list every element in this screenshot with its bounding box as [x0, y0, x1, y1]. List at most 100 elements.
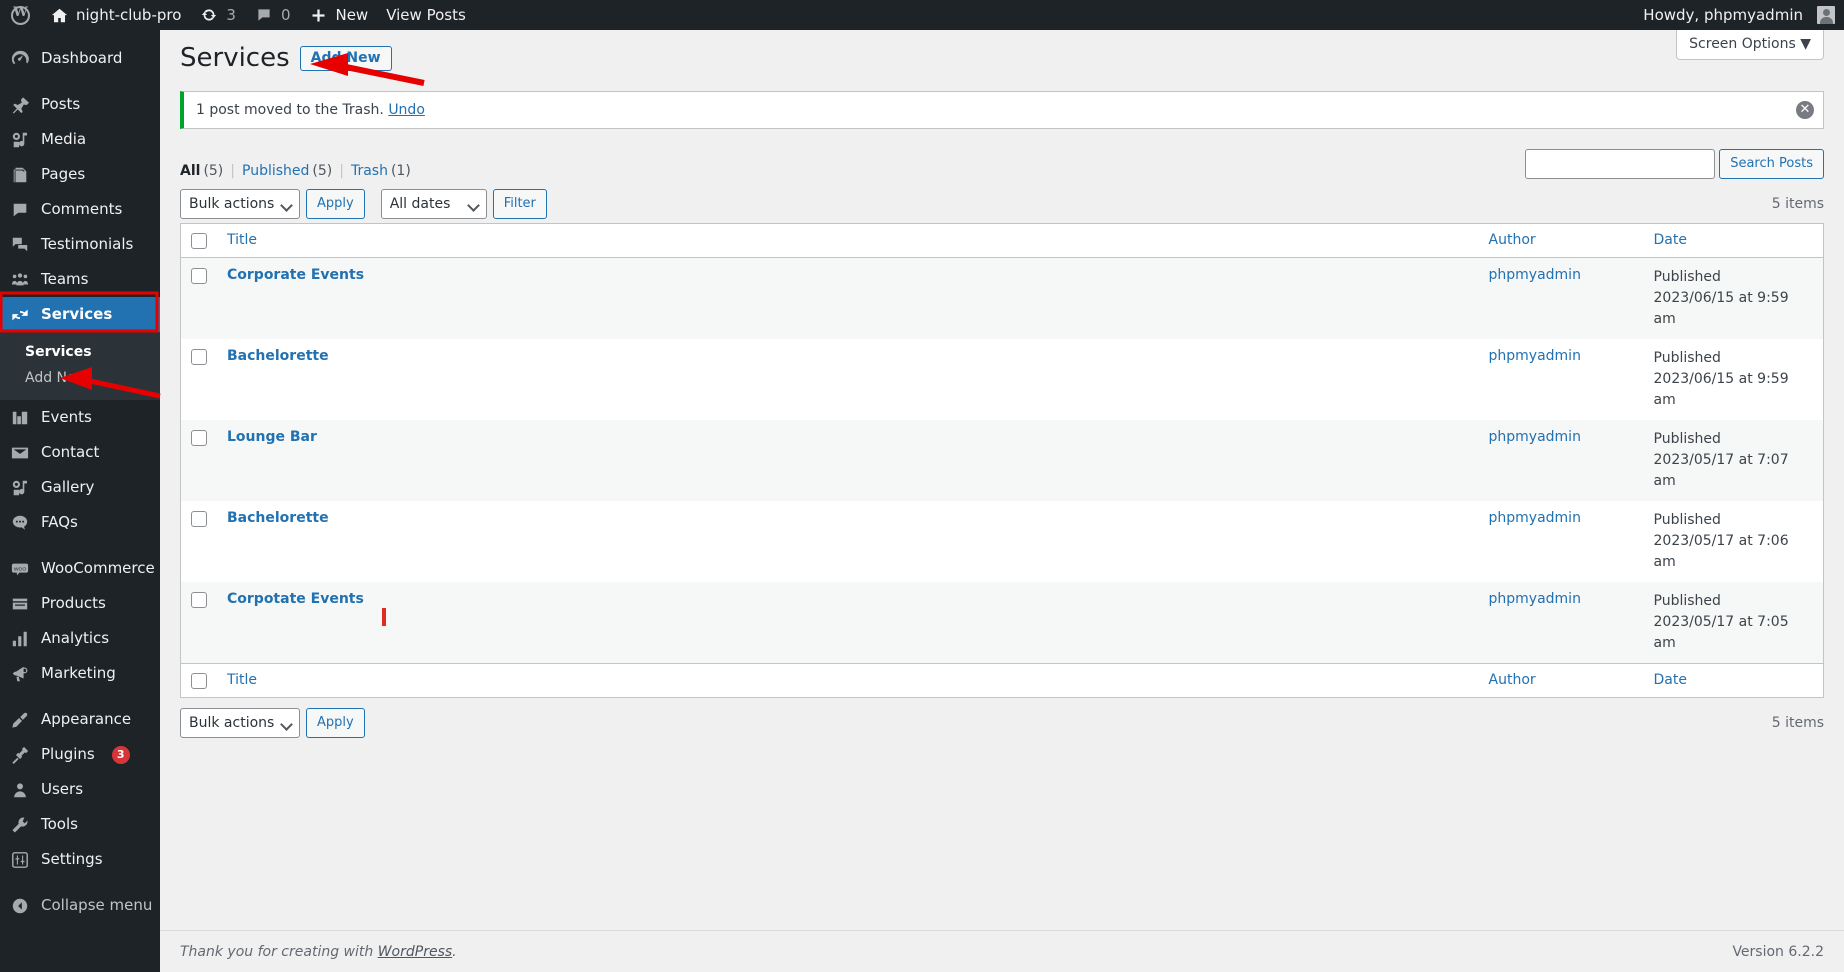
- sidebar-item-comments[interactable]: Comments: [0, 192, 160, 227]
- column-footer-title[interactable]: Title: [217, 662, 1479, 698]
- sidebar-item-label: Gallery: [41, 478, 95, 496]
- sidebar-item-label: Teams: [41, 270, 89, 288]
- row-status: Published: [1653, 511, 1721, 528]
- services-icon: [10, 305, 30, 325]
- row-author-link[interactable]: phpmyadmin: [1489, 591, 1581, 607]
- view-trash-link[interactable]: Trash: [351, 163, 388, 179]
- page-wrap: Services Add New 1 post moved to the Tra…: [160, 30, 1844, 740]
- sidebar-item-dashboard[interactable]: Dashboard: [0, 41, 160, 76]
- new-content-button[interactable]: New: [299, 0, 377, 30]
- sidebar-item-collapse-menu[interactable]: Collapse menu: [0, 888, 160, 923]
- close-circle-icon[interactable]: ✕: [1796, 100, 1814, 119]
- sidebar-item-services[interactable]: Services: [0, 297, 160, 332]
- comments-button[interactable]: 0: [245, 0, 300, 30]
- woocommerce-icon: WOO: [10, 559, 30, 579]
- search-input[interactable]: [1525, 148, 1716, 179]
- sidebar-item-teams[interactable]: Teams: [0, 262, 160, 297]
- plus-icon: [308, 5, 328, 25]
- sidebar-item-tools[interactable]: Tools: [0, 807, 160, 842]
- home-icon: [49, 5, 69, 25]
- updates-button[interactable]: 3: [190, 0, 245, 30]
- sidebar-item-events[interactable]: Events: [0, 400, 160, 435]
- sidebar-item-gallery[interactable]: Gallery: [0, 470, 160, 505]
- submenu-item-add-new[interactable]: Add New: [0, 365, 160, 391]
- sidebar-item-faqs[interactable]: FAQs: [0, 505, 160, 540]
- undo-link[interactable]: Undo: [388, 102, 425, 118]
- row-title-link[interactable]: Lounge Bar: [227, 429, 317, 445]
- view-all-count: (5): [203, 162, 224, 179]
- sidebar-item-products[interactable]: Products: [0, 586, 160, 621]
- sidebar-item-testimonials[interactable]: Testimonials: [0, 227, 160, 262]
- column-header-title[interactable]: Title: [217, 223, 1479, 258]
- view-posts-button[interactable]: View Posts: [377, 0, 475, 30]
- wrench-icon: [10, 815, 30, 835]
- select-all-checkbox-bottom[interactable]: [191, 672, 207, 689]
- column-footer-date[interactable]: Date: [1643, 662, 1824, 698]
- row-checkbox[interactable]: [191, 591, 207, 608]
- updates-icon: [199, 5, 219, 25]
- filter-button[interactable]: Filter: [492, 188, 547, 219]
- column-header-date[interactable]: Date: [1643, 223, 1824, 258]
- row-author-cell: phpmyadmin: [1479, 257, 1644, 339]
- wordpress-logo-button[interactable]: [0, 0, 40, 30]
- row-checkbox[interactable]: [191, 510, 207, 527]
- view-published: Published (5) |: [242, 163, 351, 179]
- row-author-link[interactable]: phpmyadmin: [1489, 267, 1581, 283]
- sidebar-item-marketing[interactable]: Marketing: [0, 656, 160, 691]
- column-author-label: Author: [1488, 232, 1536, 249]
- row-title-link[interactable]: Corporate Events: [227, 267, 364, 283]
- view-trash-count: (1): [390, 162, 411, 179]
- wordpress-link[interactable]: WordPress: [378, 944, 452, 960]
- row-title-cell: Lounge Bar: [217, 420, 1479, 501]
- table-row: Bachelorette phpmyadmin Published 2023/0…: [180, 500, 1824, 582]
- search-posts-button[interactable]: Search Posts: [1719, 148, 1824, 179]
- view-published-count: (5): [312, 162, 333, 179]
- account-menu[interactable]: Howdy, phpmyadmin: [1634, 0, 1844, 30]
- view-all-link[interactable]: All: [180, 163, 200, 179]
- bulk-actions-select-top[interactable]: Bulk actions: [180, 188, 300, 219]
- row-checkbox[interactable]: [191, 429, 207, 446]
- sidebar-item-contact[interactable]: Contact: [0, 435, 160, 470]
- collapse-arrow-icon: [10, 896, 30, 916]
- row-author-link[interactable]: phpmyadmin: [1489, 510, 1581, 526]
- row-checkbox[interactable]: [191, 348, 207, 365]
- paintbrush-icon: [10, 710, 30, 730]
- sidebar-item-pages[interactable]: Pages: [0, 157, 160, 192]
- notice-message: 1 post moved to the Trash.: [196, 101, 384, 118]
- sidebar-item-appearance[interactable]: Appearance: [0, 702, 160, 737]
- tablenav-bottom: Bulk actions Apply 5 items: [180, 706, 1824, 740]
- date-filter-select[interactable]: All dates: [380, 188, 487, 219]
- user-icon: [10, 780, 30, 800]
- row-title-link[interactable]: Corpotate Events: [227, 591, 364, 607]
- sidebar-item-woocommerce[interactable]: WOO WooCommerce: [0, 551, 160, 586]
- row-author-link[interactable]: phpmyadmin: [1489, 348, 1581, 364]
- row-title-link[interactable]: Bachelorette: [227, 348, 329, 364]
- row-checkbox[interactable]: [191, 267, 207, 284]
- sidebar-item-users[interactable]: Users: [0, 772, 160, 807]
- column-header-author[interactable]: Author: [1478, 223, 1644, 258]
- view-published-link[interactable]: Published: [242, 163, 309, 179]
- column-footer-author[interactable]: Author: [1478, 662, 1644, 698]
- sidebar-item-settings[interactable]: Settings: [0, 842, 160, 877]
- apply-button-bottom[interactable]: Apply: [306, 707, 365, 738]
- sidebar-item-label: Posts: [41, 95, 81, 113]
- row-datetime: 2023/05/17 at 7:05 am: [1653, 613, 1789, 651]
- submenu-item-services[interactable]: Services: [0, 339, 160, 365]
- site-name-menu[interactable]: night-club-pro: [40, 0, 190, 30]
- sidebar-item-label: Services: [41, 305, 113, 323]
- sidebar-item-posts[interactable]: Posts: [0, 87, 160, 122]
- sidebar-item-media[interactable]: Media: [0, 122, 160, 157]
- row-title-link[interactable]: Bachelorette: [227, 510, 329, 526]
- media-icon: [10, 130, 30, 150]
- apply-button-top[interactable]: Apply: [306, 188, 365, 219]
- sidebar-item-plugins[interactable]: Plugins 3: [0, 737, 160, 772]
- add-new-button[interactable]: Add New: [299, 46, 392, 72]
- sidebar-item-analytics[interactable]: Analytics: [0, 621, 160, 656]
- row-author-link[interactable]: phpmyadmin: [1489, 429, 1581, 445]
- row-checkbox-cell: [181, 339, 218, 420]
- admin-footer: Thank you for creating with WordPress. V…: [160, 930, 1844, 972]
- page-header: Services Add New: [180, 30, 1824, 76]
- select-all-checkbox-top[interactable]: [191, 232, 207, 249]
- row-checkbox-cell: [181, 257, 218, 339]
- bulk-actions-select-bottom[interactable]: Bulk actions: [180, 707, 300, 738]
